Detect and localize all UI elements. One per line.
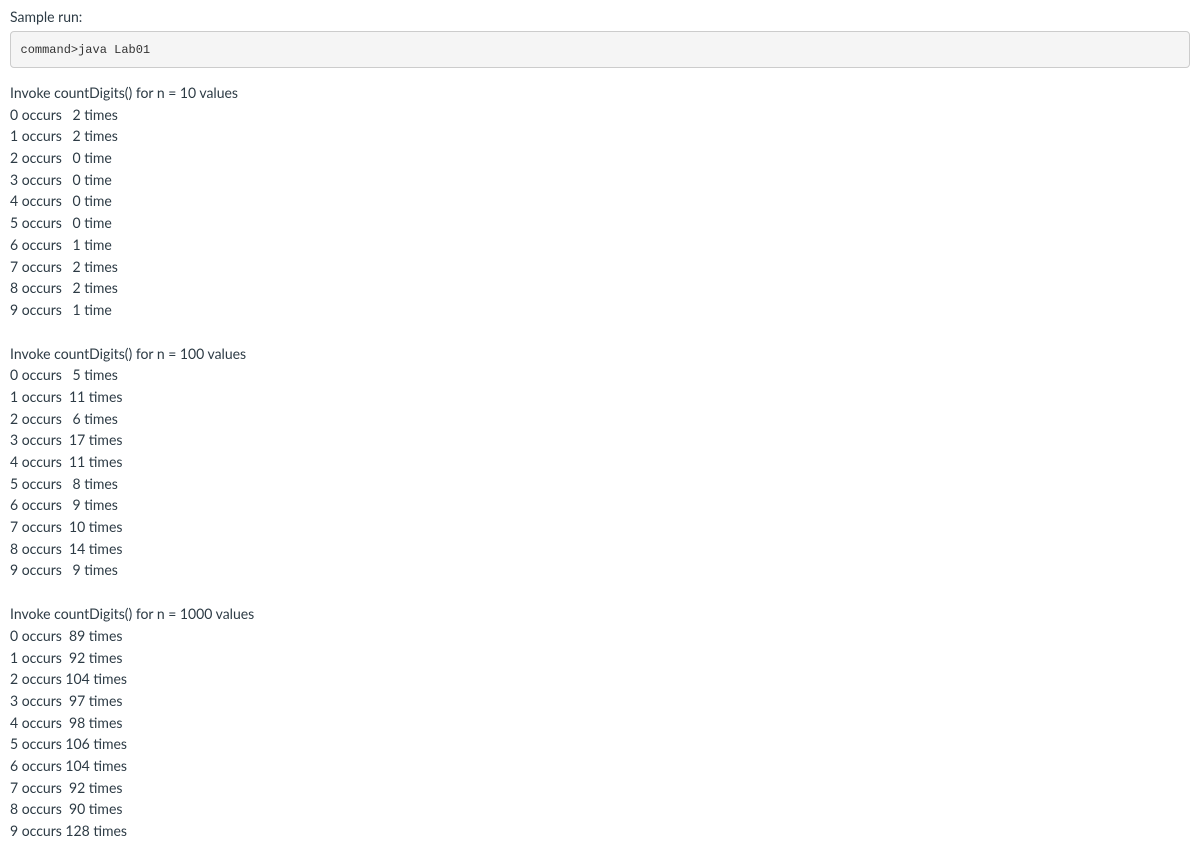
group-header: Invoke countDigits() for n = 100 values xyxy=(10,343,1190,365)
output-group: Invoke countDigits() for n = 10 values0 … xyxy=(10,82,1190,321)
output-row: 4 occurs 0 time xyxy=(10,190,1190,212)
output-row: 8 occurs 90 times xyxy=(10,798,1190,820)
output-row: 5 occurs 8 times xyxy=(10,473,1190,495)
output-row: 3 occurs 97 times xyxy=(10,690,1190,712)
output-row: 0 occurs 5 times xyxy=(10,364,1190,386)
output-row: 9 occurs 9 times xyxy=(10,559,1190,581)
output-row: 4 occurs 98 times xyxy=(10,712,1190,734)
output-row: 1 occurs 2 times xyxy=(10,125,1190,147)
output-group: Invoke countDigits() for n = 100 values0… xyxy=(10,343,1190,582)
output-group: Invoke countDigits() for n = 1000 values… xyxy=(10,603,1190,842)
output-row: 7 occurs 2 times xyxy=(10,256,1190,278)
output-row: 8 occurs 2 times xyxy=(10,277,1190,299)
command-code: command>java Lab01 xyxy=(21,43,151,57)
output-row: 7 occurs 92 times xyxy=(10,777,1190,799)
output-row: 3 occurs 0 time xyxy=(10,169,1190,191)
program-output: Invoke countDigits() for n = 10 values0 … xyxy=(10,82,1190,842)
output-row: 5 occurs 106 times xyxy=(10,733,1190,755)
output-row: 1 occurs 92 times xyxy=(10,647,1190,669)
group-header: Invoke countDigits() for n = 10 values xyxy=(10,82,1190,104)
output-row: 2 occurs 6 times xyxy=(10,408,1190,430)
command-code-block: command>java Lab01 xyxy=(10,31,1190,68)
sample-run-label: Sample run: xyxy=(10,8,1190,25)
output-row: 6 occurs 9 times xyxy=(10,494,1190,516)
output-row: 6 occurs 104 times xyxy=(10,755,1190,777)
output-row: 3 occurs 17 times xyxy=(10,429,1190,451)
output-row: 7 occurs 10 times xyxy=(10,516,1190,538)
output-row: 0 occurs 2 times xyxy=(10,104,1190,126)
output-row: 4 occurs 11 times xyxy=(10,451,1190,473)
output-row: 2 occurs 0 time xyxy=(10,147,1190,169)
output-row: 0 occurs 89 times xyxy=(10,625,1190,647)
output-row: 5 occurs 0 time xyxy=(10,212,1190,234)
output-row: 1 occurs 11 times xyxy=(10,386,1190,408)
output-row: 2 occurs 104 times xyxy=(10,668,1190,690)
output-row: 6 occurs 1 time xyxy=(10,234,1190,256)
output-row: 9 occurs 128 times xyxy=(10,820,1190,842)
output-row: 8 occurs 14 times xyxy=(10,538,1190,560)
output-row: 9 occurs 1 time xyxy=(10,299,1190,321)
group-header: Invoke countDigits() for n = 1000 values xyxy=(10,603,1190,625)
